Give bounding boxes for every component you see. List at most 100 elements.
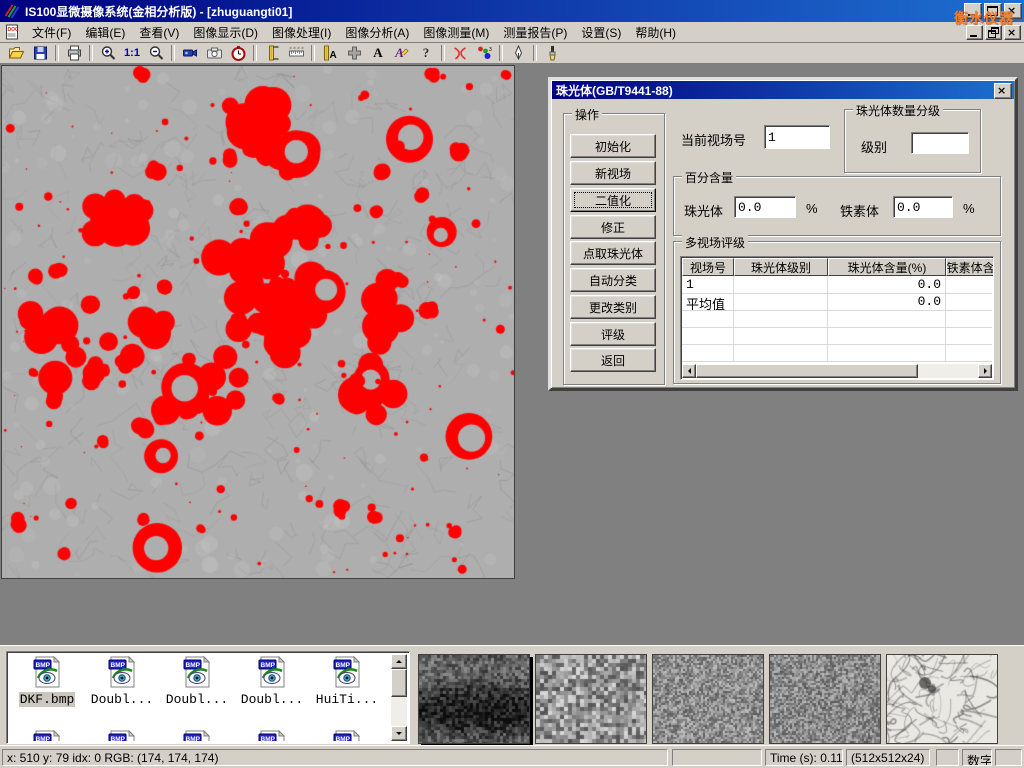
- menu-image-processing[interactable]: 图像处理(I): [265, 22, 338, 43]
- binarize-button[interactable]: 二值化: [570, 188, 656, 212]
- scroll-right-button[interactable]: [978, 364, 992, 378]
- dialog-close-button[interactable]: ×: [994, 83, 1012, 99]
- scroll-up-button[interactable]: [391, 654, 407, 669]
- thumbnail-4[interactable]: [769, 654, 881, 744]
- video-camera-icon: [182, 45, 199, 61]
- ferrite-percent-input[interactable]: [893, 196, 953, 218]
- brush-tool-button[interactable]: [540, 44, 564, 63]
- bmp-file-icon: BMP: [332, 730, 362, 741]
- video-capture-button[interactable]: [178, 44, 202, 63]
- file-name[interactable]: Doubl...: [90, 692, 154, 707]
- menu-file[interactable]: 文件(F): [25, 22, 78, 43]
- cell-ferrite-content: [946, 276, 994, 293]
- menu-view[interactable]: 查看(V): [132, 22, 186, 43]
- print-button[interactable]: [62, 44, 86, 63]
- cell-pearlite-grade: [734, 276, 828, 293]
- file-item[interactable]: BMP Doubl...: [236, 656, 308, 707]
- stopwatch-icon: [230, 45, 247, 61]
- thumbnail-3[interactable]: [652, 654, 764, 744]
- thumbnail-5[interactable]: [886, 654, 998, 744]
- menu-settings[interactable]: 设置(S): [574, 22, 628, 43]
- auto-classify-button[interactable]: 自动分类: [570, 268, 656, 292]
- correct-button[interactable]: 修正: [570, 215, 656, 239]
- status-position: x: 510 y: 79 idx: 0 RGB: (174, 174, 174): [2, 749, 668, 766]
- photo-capture-button[interactable]: [202, 44, 226, 63]
- save-floppy-icon: [32, 45, 49, 61]
- thumbnail-1[interactable]: [418, 654, 530, 744]
- svg-text:BMP: BMP: [336, 736, 351, 741]
- open-file-button[interactable]: [4, 44, 28, 63]
- file-name[interactable]: Doubl...: [165, 692, 229, 707]
- file-name[interactable]: DKF.bmp: [19, 692, 76, 707]
- text-tool-button[interactable]: A: [366, 44, 390, 63]
- title-bar: IS100显微摄像系统(金相分析版) - [zhuguangti01] ×: [0, 0, 1024, 22]
- color-points-icon: 3: [476, 45, 493, 61]
- scrollbar-thumb[interactable]: [696, 364, 918, 378]
- menu-measure-report[interactable]: 测量报告(P): [496, 22, 574, 43]
- table-horizontal-scrollbar[interactable]: [682, 364, 992, 378]
- scrollbar-thumb[interactable]: [391, 669, 407, 697]
- bmp-file-icon: BMP: [32, 730, 62, 741]
- brush-icon: [544, 45, 561, 61]
- document-icon[interactable]: DOC: [4, 24, 21, 40]
- bmp-file-icon: BMP: [257, 656, 287, 688]
- one-to-one-icon: 1:1: [124, 47, 140, 59]
- scroll-down-button[interactable]: [391, 726, 407, 741]
- zoom-in-button[interactable]: [96, 44, 120, 63]
- toolbar-separator: [441, 45, 445, 61]
- current-field-input[interactable]: [764, 125, 830, 149]
- new-field-button[interactable]: 新视场: [570, 161, 656, 185]
- bmp-file-icon: BMP: [107, 656, 137, 688]
- caliper-measure-button[interactable]: [260, 44, 284, 63]
- save-button[interactable]: [28, 44, 52, 63]
- initialize-button[interactable]: 初始化: [570, 134, 656, 158]
- metallograph-image[interactable]: [2, 66, 514, 578]
- cell-field-number: 平均值: [682, 293, 734, 310]
- zoom-out-icon: [148, 45, 165, 61]
- svg-text:BMP: BMP: [111, 736, 126, 741]
- file-item[interactable]: BMP DKF.bmp: [11, 656, 83, 707]
- move-tool-button[interactable]: [342, 44, 366, 63]
- grade-group-label: 珠光体数量分级: [853, 102, 943, 119]
- menu-edit[interactable]: 编辑(E): [78, 22, 132, 43]
- menu-image-analysis[interactable]: 图像分析(A): [338, 22, 416, 43]
- grade-input[interactable]: [911, 132, 969, 154]
- file-item[interactable]: BMP: [236, 730, 308, 741]
- menu-image-measure[interactable]: 图像测量(M): [416, 22, 496, 43]
- actual-size-button[interactable]: 1:1: [120, 44, 144, 63]
- file-list-scrollbar[interactable]: [391, 654, 407, 741]
- pearlite-percent-input[interactable]: [734, 196, 796, 218]
- dialog-close-icon: ×: [997, 85, 1006, 96]
- dialog-title-bar[interactable]: 珠光体(GB/T9441-88): [552, 81, 1014, 99]
- scroll-left-button[interactable]: [682, 364, 696, 378]
- menu-help[interactable]: 帮助(H): [628, 22, 683, 43]
- file-item[interactable]: BMP: [11, 730, 83, 741]
- table-row[interactable]: 1 0.0: [682, 276, 992, 294]
- open-folder-icon: [8, 45, 25, 61]
- annotate-tool-button[interactable]: A: [390, 44, 414, 63]
- curve-tool-button[interactable]: [448, 44, 472, 63]
- file-name[interactable]: HuiTi...: [315, 692, 379, 707]
- file-item[interactable]: BMP Doubl...: [161, 656, 233, 707]
- file-item[interactable]: BMP: [86, 730, 158, 741]
- file-name[interactable]: Doubl...: [240, 692, 304, 707]
- file-item[interactable]: BMP: [161, 730, 233, 741]
- file-item[interactable]: BMP: [311, 730, 383, 741]
- pick-tool-button[interactable]: [506, 44, 530, 63]
- calibrate-button[interactable]: A: [318, 44, 342, 63]
- menu-image-display[interactable]: 图像显示(D): [186, 22, 265, 43]
- change-class-button[interactable]: 更改类别: [570, 295, 656, 319]
- zoom-out-button[interactable]: [144, 44, 168, 63]
- file-item[interactable]: BMP Doubl...: [86, 656, 158, 707]
- thumbnail-2[interactable]: [535, 654, 647, 744]
- file-item[interactable]: BMP HuiTi...: [311, 656, 383, 707]
- pearlite-dialog: 珠光体(GB/T9441-88) × 操作 初始化 新视场 二值化 修正 点取珠…: [548, 77, 1018, 391]
- timer-button[interactable]: [226, 44, 250, 63]
- table-row[interactable]: 平均值 0.0: [682, 293, 992, 311]
- return-button[interactable]: 返回: [570, 348, 656, 372]
- marker-points-button[interactable]: 3: [472, 44, 496, 63]
- pick-pearlite-button[interactable]: 点取珠光体: [570, 241, 656, 265]
- rate-button[interactable]: 评级: [570, 322, 656, 346]
- ruler-measure-button[interactable]: [284, 44, 308, 63]
- help-button[interactable]: ?: [414, 44, 438, 63]
